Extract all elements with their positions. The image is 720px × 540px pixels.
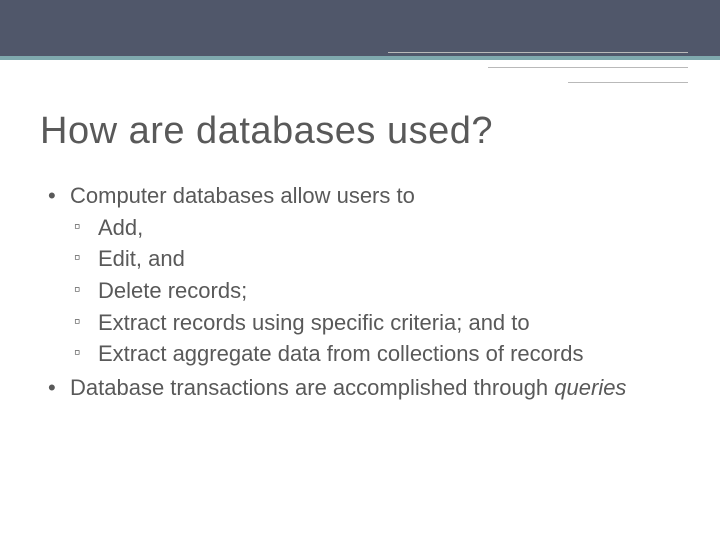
sub-bullet-text: Delete records;: [98, 278, 247, 303]
bullet-text: Computer databases allow users to: [70, 183, 415, 208]
sub-bullet-item: Add,: [70, 213, 680, 243]
bullet-text-prefix: Database transactions are accomplished t…: [70, 375, 554, 400]
sub-bullet-text: Edit, and: [98, 246, 185, 271]
sub-bullet-item: Edit, and: [70, 244, 680, 274]
sub-bullet-item: Extract aggregate data from collections …: [70, 339, 680, 369]
bullet-item: Computer databases allow users to Add, E…: [40, 181, 680, 369]
sub-bullet-text: Extract records using specific criteria;…: [98, 310, 530, 335]
sub-bullet-text: Add,: [98, 215, 143, 240]
sub-bullet-item: Extract records using specific criteria;…: [70, 308, 680, 338]
slide-content: How are databases used? Computer databas…: [40, 110, 680, 407]
bullet-item: Database transactions are accomplished t…: [40, 373, 680, 403]
sub-bullet-item: Delete records;: [70, 276, 680, 306]
slide-title: How are databases used?: [40, 110, 680, 153]
decorative-lines: [388, 38, 688, 83]
bullet-text-emphasis: queries: [554, 375, 626, 400]
main-bullet-list: Computer databases allow users to Add, E…: [40, 181, 680, 403]
sub-bullet-list: Add, Edit, and Delete records; Extract r…: [70, 213, 680, 369]
sub-bullet-text: Extract aggregate data from collections …: [98, 341, 583, 366]
